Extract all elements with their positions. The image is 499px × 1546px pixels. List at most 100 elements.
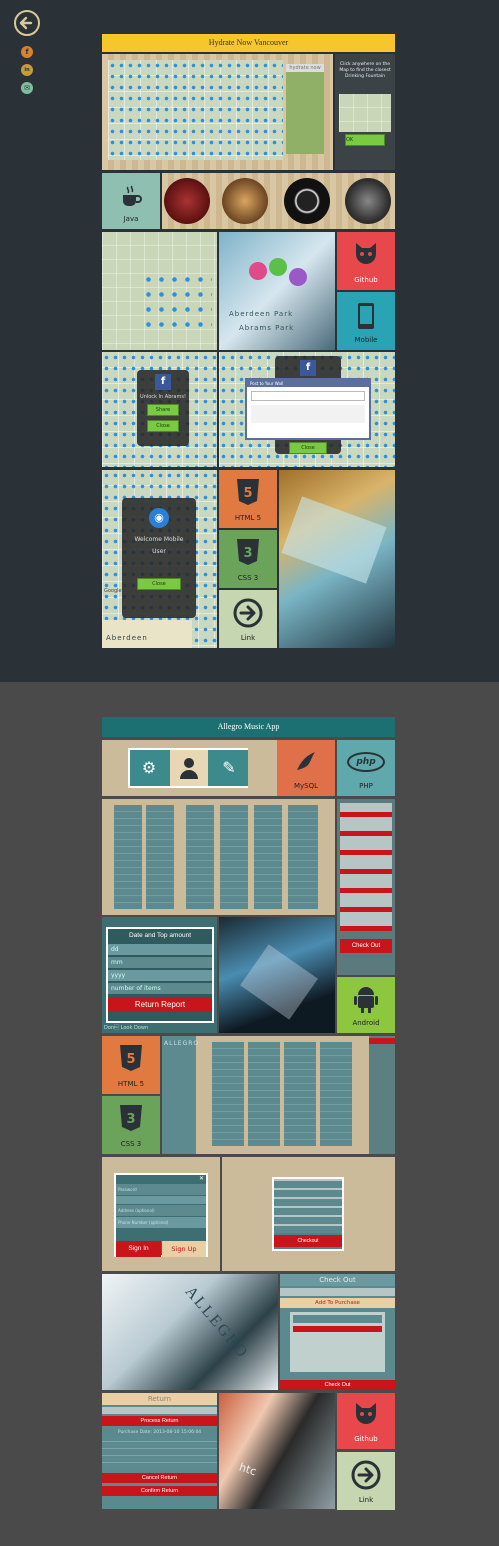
confirm-return-button[interactable]: Confirm Return bbox=[102, 1486, 217, 1496]
sign-in-screenshot[interactable]: ✕ Password Address (optional) Phone Numb… bbox=[102, 1157, 220, 1271]
tile-mysql[interactable]: MySQL bbox=[277, 740, 335, 796]
day-input[interactable]: dd bbox=[108, 944, 212, 955]
admin-sidebar: ALLEGRO bbox=[162, 1036, 198, 1154]
circle-arrow-left-icon bbox=[19, 16, 33, 30]
project2-title: Allegro Music App bbox=[217, 722, 280, 731]
welcome-modal: ◉ Welcome Mobile User Close bbox=[122, 498, 196, 618]
year-input[interactable]: yyyy bbox=[108, 970, 212, 981]
settings-gear-icon[interactable]: ⚙ bbox=[130, 750, 168, 786]
github-cat-icon bbox=[356, 243, 376, 264]
process-return-button[interactable]: Process Return bbox=[102, 1416, 217, 1426]
welcome-mobile-screenshot[interactable]: ◉ Welcome Mobile User Close Aberdeen Goo… bbox=[102, 470, 217, 648]
tile-java[interactable]: Java bbox=[102, 173, 160, 229]
facebook-post-screenshot[interactable]: f Close Post to Your Wall bbox=[219, 352, 395, 467]
map bbox=[108, 60, 283, 160]
project1-header: Hydrate Now Vancouver bbox=[102, 34, 395, 52]
admin-col-2 bbox=[248, 1042, 280, 1146]
sign-up-button[interactable]: Sign Up bbox=[162, 1241, 206, 1257]
adobe-reader-photo[interactable] bbox=[219, 917, 335, 1033]
tile-link-2[interactable]: Link bbox=[337, 1452, 395, 1510]
htc-phone-photo[interactable]: htc bbox=[219, 1393, 335, 1509]
tile-html5-2[interactable]: 5 HTML 5 bbox=[102, 1036, 160, 1094]
park-app-photo[interactable]: Aberdeen Park Abrams Park bbox=[219, 232, 335, 350]
app-dot-3 bbox=[289, 268, 307, 286]
map-logo: hydrate now bbox=[286, 64, 324, 72]
pencil-edit-icon[interactable]: ✎ bbox=[210, 750, 248, 786]
purchase-date: Purchase Date: 2013-08-10 15:06:04 bbox=[117, 1430, 202, 1435]
sign-in-close-icon[interactable]: ✕ bbox=[116, 1175, 206, 1183]
cart-screenshot[interactable]: Check Out bbox=[337, 799, 395, 975]
back-button[interactable] bbox=[14, 10, 40, 36]
admin-col-3 bbox=[284, 1042, 316, 1146]
tablet-photo[interactable] bbox=[279, 470, 395, 648]
welcome-close-button[interactable]: Close bbox=[136, 578, 182, 590]
tile-css3-label: CSS 3 bbox=[237, 574, 259, 582]
facebook-icon[interactable]: f bbox=[21, 46, 33, 58]
cancel-return-button[interactable]: Cancel Return bbox=[102, 1473, 217, 1483]
linkedin-icon[interactable]: in bbox=[21, 64, 33, 76]
github-cat-icon bbox=[356, 1403, 376, 1424]
items-input[interactable]: number of items bbox=[108, 983, 212, 994]
add-to-purchase-button[interactable]: Add To Purchase bbox=[280, 1298, 395, 1308]
post-textarea[interactable] bbox=[251, 391, 365, 401]
app-dot-1 bbox=[249, 262, 267, 280]
map-screenshot-2[interactable] bbox=[102, 232, 217, 350]
post-dialog-title: Post to Your Wall bbox=[247, 380, 369, 387]
tile-link-label: Link bbox=[358, 1496, 374, 1504]
catalog-col-2 bbox=[146, 805, 174, 909]
look-down-label: Don Look Down bbox=[104, 1025, 149, 1031]
hero-map-screenshot[interactable]: hydrate now bbox=[102, 54, 333, 170]
photo-circle-2 bbox=[222, 178, 268, 224]
tile-mobile[interactable]: Mobile bbox=[337, 292, 395, 350]
checkout-screenshot[interactable]: Check Out Add To Purchase Check Out bbox=[280, 1274, 395, 1390]
ok-button[interactable]: OK bbox=[345, 134, 385, 146]
email-icon[interactable]: ✉ bbox=[21, 82, 33, 94]
htc-logo: htc bbox=[237, 1460, 258, 1479]
cart-items bbox=[274, 1179, 342, 1233]
svg-text:5: 5 bbox=[126, 1052, 135, 1067]
music-catalog-screenshot[interactable] bbox=[102, 799, 335, 915]
tile-link[interactable]: Link bbox=[219, 590, 277, 648]
cart-checkout-button[interactable]: Checkout bbox=[274, 1235, 342, 1247]
hero-modal-screenshot[interactable]: Click anywhere on the Map to find the cl… bbox=[335, 54, 395, 170]
tile-link-label: Link bbox=[240, 634, 256, 642]
google-label: Google bbox=[104, 588, 122, 594]
close-button[interactable]: Close bbox=[147, 420, 179, 432]
fountain-photos[interactable] bbox=[162, 173, 395, 229]
phone-input[interactable]: Phone Number (optional) bbox=[116, 1217, 206, 1228]
return-screenshot[interactable]: Return Process Return Purchase Date: 201… bbox=[102, 1393, 217, 1509]
return-report-button[interactable]: Return Report bbox=[108, 997, 212, 1012]
user-icon[interactable] bbox=[170, 750, 208, 786]
park-label-1: Aberdeen Park bbox=[229, 310, 294, 318]
check-out-button-2[interactable]: Check Out bbox=[280, 1380, 395, 1390]
allegro-admin-screenshot[interactable]: ALLEGRO bbox=[162, 1036, 395, 1154]
month-input[interactable]: mm bbox=[108, 957, 212, 968]
welcome-title: Welcome Mobile User bbox=[134, 536, 184, 555]
tile-github[interactable]: Github bbox=[337, 232, 395, 290]
tile-android[interactable]: Android bbox=[337, 977, 395, 1033]
tile-github-2[interactable]: Github bbox=[337, 1393, 395, 1449]
close-button[interactable]: Close bbox=[289, 442, 327, 454]
cart-modal-screenshot[interactable]: Checkout bbox=[222, 1157, 395, 1271]
tile-css3[interactable]: 3 CSS 3 bbox=[219, 530, 277, 588]
facebook-share-screenshot[interactable]: f Unlock In Abrams! Share Close bbox=[102, 352, 217, 467]
circle-arrow-right-icon bbox=[233, 598, 263, 628]
fb-modal-title: Unlock In Abrams! bbox=[140, 394, 186, 400]
date-modal-title: Date and Top amount bbox=[128, 932, 192, 939]
check-out-button[interactable]: Check Out bbox=[340, 939, 392, 953]
tile-html5[interactable]: 5 HTML 5 bbox=[219, 470, 277, 528]
share-button[interactable]: Share bbox=[147, 404, 179, 416]
blank-input[interactable] bbox=[116, 1196, 206, 1204]
address-input[interactable]: Address (optional) bbox=[116, 1205, 206, 1216]
mobile-phone-icon bbox=[358, 303, 374, 329]
project1-title: Hydrate Now Vancouver bbox=[208, 38, 289, 47]
tile-android-label: Android bbox=[352, 1019, 380, 1027]
allegro-phone-photo[interactable]: ALLEGRO bbox=[102, 1274, 278, 1390]
password-input[interactable]: Password bbox=[116, 1184, 206, 1195]
tile-css3-2[interactable]: 3 CSS 3 bbox=[102, 1096, 160, 1154]
tile-php[interactable]: php PHP bbox=[337, 740, 395, 796]
svg-text:3: 3 bbox=[243, 546, 252, 561]
checkout-row-2 bbox=[293, 1326, 382, 1332]
sign-in-button[interactable]: Sign In bbox=[116, 1241, 161, 1257]
date-report-screenshot[interactable]: Date and Top amount dd mm yyyy number of… bbox=[102, 917, 217, 1033]
